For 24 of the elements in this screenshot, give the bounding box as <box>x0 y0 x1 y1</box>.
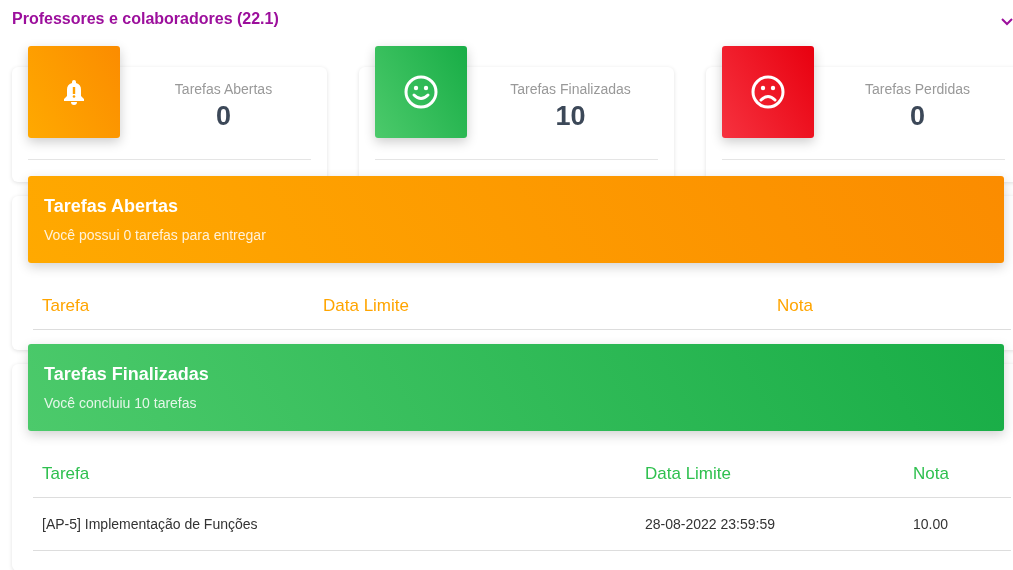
section-title: Professores e colaboradores (22.1) <box>12 10 279 28</box>
column-header: Data Limite <box>644 464 732 484</box>
column-header: Tarefa <box>41 464 91 484</box>
chevron-icon[interactable] <box>1001 18 1013 26</box>
section-subtitle: Você possui 0 tarefas para entregar <box>44 227 267 243</box>
stat-value: 0 <box>216 101 231 132</box>
stat-label: Tarefas Perdidas <box>864 81 971 97</box>
column-header: Nota <box>912 464 950 484</box>
stat-value: 10 <box>555 101 586 132</box>
sad-face-icon <box>750 74 786 110</box>
column-header: Tarefa <box>41 296 91 316</box>
bell-icon <box>62 78 86 106</box>
column-header: Data Limite <box>322 296 410 316</box>
table-cell-text: [AP-5] Implementação de Funções <box>41 516 259 532</box>
stat-value: 0 <box>910 101 925 132</box>
section-heading: Tarefas Finalizadas <box>44 364 210 385</box>
section-heading: Tarefas Abertas <box>44 196 180 217</box>
column-header: Nota <box>776 296 814 316</box>
smiley-icon <box>403 74 439 110</box>
stat-label: Tarefas Finalizadas <box>510 81 631 97</box>
table-cell-text: 10.00 <box>912 516 950 532</box>
section-subtitle: Você concluiu 10 tarefas <box>44 395 198 411</box>
table-cell-text: 28-08-2022 23:59:59 <box>644 516 776 532</box>
stat-label: Tarefas Abertas <box>174 81 273 97</box>
